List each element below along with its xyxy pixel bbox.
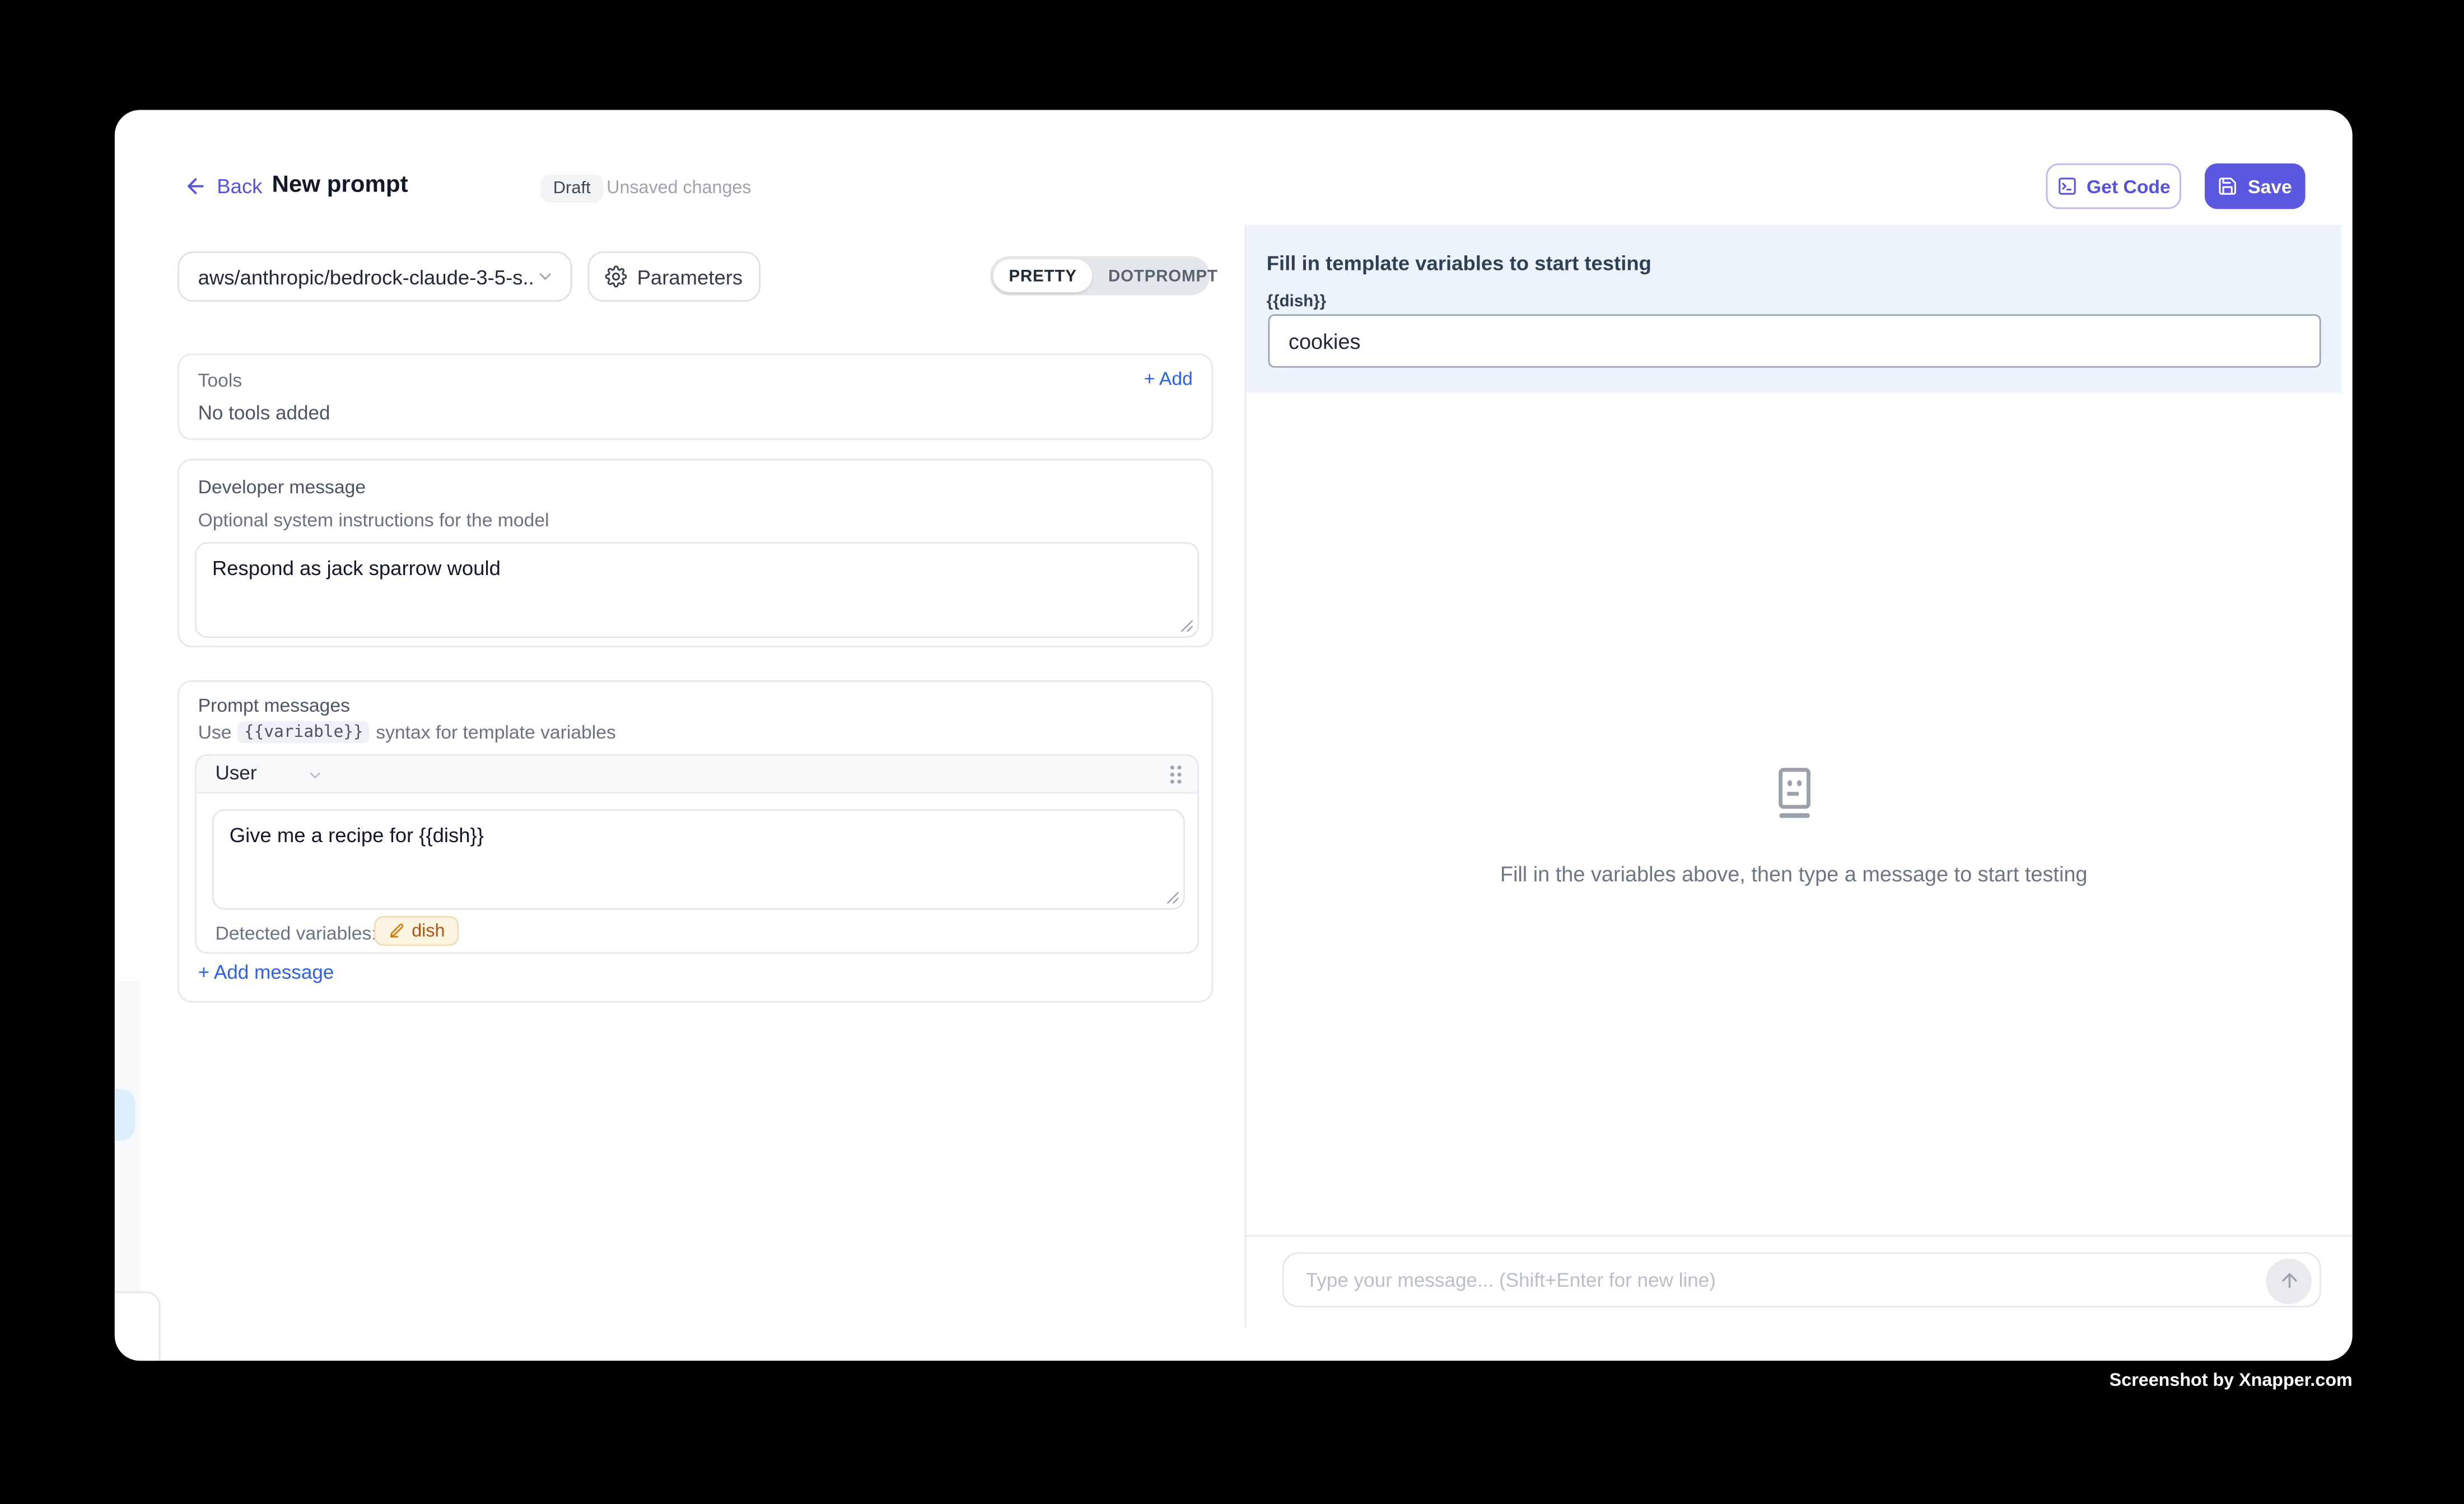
variable-name-label: {{dish}} [1267, 292, 1326, 311]
model-selector-value: aws/anthropic/bedrock-claude-3-5-s... [198, 265, 536, 288]
parameters-label: Parameters [637, 265, 743, 288]
prompt-messages-title: Prompt messages [198, 694, 350, 716]
variable-syntax-chip: {{variable}} [238, 721, 370, 743]
prompt-messages-subtitle: Use {{variable}} syntax for template var… [198, 721, 616, 743]
view-mode-toggle: PRETTY DOTPROMPT [990, 256, 1210, 295]
arrow-left-icon [184, 174, 207, 198]
robot-face-icon [1768, 767, 1819, 820]
chevron-down-icon[interactable] [306, 767, 324, 784]
unsaved-changes-text: Unsaved changes [606, 179, 751, 198]
developer-message-card: Developer message Optional system instru… [178, 459, 1213, 647]
get-code-label: Get Code [2087, 175, 2171, 197]
pencil-icon [388, 922, 405, 940]
get-code-button[interactable]: Get Code [2046, 164, 2181, 209]
chat-divider [1244, 1235, 2352, 1237]
add-tool-button[interactable]: + Add [1144, 368, 1193, 390]
model-selector[interactable]: aws/anthropic/bedrock-claude-3-5-s... [178, 251, 572, 302]
tools-title: Tools [198, 369, 242, 391]
chat-empty-text: Fill in the variables above, then type a… [1246, 863, 2341, 886]
clipped-selected-item [115, 1089, 135, 1141]
variable-value-input[interactable] [1268, 314, 2321, 367]
message-textarea[interactable]: Give me a recipe for {{dish}} [214, 811, 1183, 908]
parameters-button[interactable]: Parameters [587, 251, 760, 302]
grip-dots-icon[interactable] [1168, 764, 1183, 786]
floppy-disk-icon [2218, 176, 2238, 196]
developer-message-subtitle: Optional system instructions for the mod… [198, 509, 549, 531]
clipped-popover-card [115, 1292, 160, 1361]
back-label: Back [217, 174, 262, 198]
tools-card: Tools + Add No tools added [178, 353, 1213, 440]
gear-icon [605, 265, 627, 287]
template-variables-title: Fill in template variables to start test… [1267, 251, 1651, 275]
page-title: New prompt [272, 171, 408, 198]
detected-variables-row: Detected variables: dish [197, 910, 1197, 952]
status-badge: Draft [540, 174, 603, 203]
save-button[interactable]: Save [2205, 164, 2306, 209]
detected-variables-label: Detected variables: [215, 922, 376, 944]
send-button[interactable] [2266, 1258, 2311, 1303]
screenshot-stage: Back New prompt Draft Unsaved changes Ge… [0, 0, 2464, 1503]
developer-message-title: Developer message [198, 476, 366, 498]
message-block: User Give me a recipe for {{dish}} Dete [195, 754, 1199, 954]
developer-message-textarea[interactable]: Respond as jack sparrow would [197, 544, 1197, 637]
chat-input-container [1282, 1252, 2321, 1307]
arrow-up-icon [2278, 1269, 2299, 1291]
terminal-icon [2057, 176, 2077, 196]
app-window: Back New prompt Draft Unsaved changes Ge… [115, 110, 2353, 1361]
add-message-button[interactable]: + Add message [198, 961, 334, 983]
toggle-option-dotprompt[interactable]: DOTPROMPT [1093, 259, 1234, 292]
role-selector[interactable]: User [215, 762, 256, 784]
watermark-text: Screenshot by Xnapper.com [2110, 1372, 2353, 1391]
save-label: Save [2248, 175, 2292, 197]
toggle-option-pretty[interactable]: PRETTY [993, 259, 1092, 292]
prompt-messages-card: Prompt messages Use {{variable}} syntax … [178, 680, 1213, 1002]
template-variables-panel: Fill in template variables to start test… [1246, 225, 2341, 393]
chat-message-input[interactable] [1284, 1254, 2227, 1306]
chevron-down-icon [536, 267, 555, 286]
message-header: User [197, 756, 1197, 793]
chat-empty-state: Fill in the variables above, then type a… [1246, 767, 2341, 886]
tools-empty-text: No tools added [198, 402, 330, 424]
variable-chip-dish[interactable]: dish [374, 916, 459, 946]
back-button[interactable]: Back [184, 174, 262, 198]
